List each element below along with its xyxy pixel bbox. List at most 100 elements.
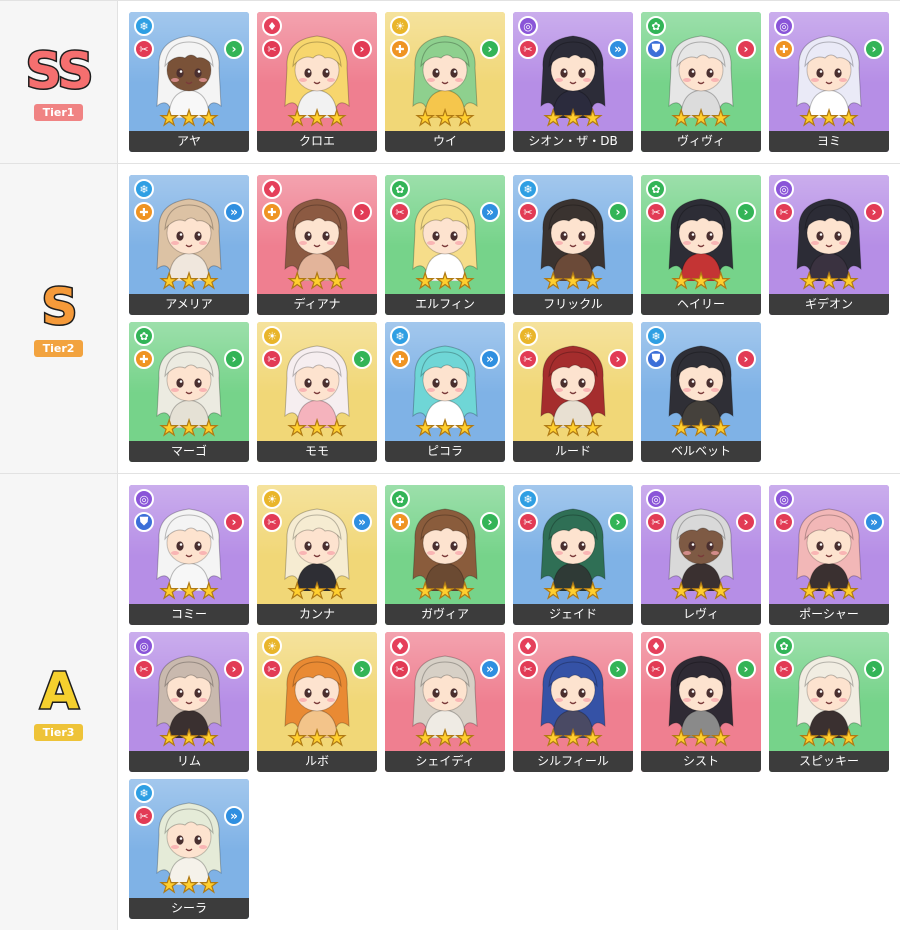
- tier-label: SS Tier1: [0, 1, 118, 163]
- star-icon: ★: [179, 579, 199, 603]
- tier-grade: SS: [24, 41, 95, 100]
- character-card[interactable]: ✿ ✂» ★ ★ ★ エルフィン: [385, 175, 505, 315]
- character-card[interactable]: ❄ ⛊ › ★ ★ ★ ベルベット: [641, 322, 761, 462]
- character-card[interactable]: ☀ ✂» ★ ★ ★ カンナ: [257, 485, 377, 625]
- character-card[interactable]: ✿ ✚ › ★ ★ ★ マーゴ: [129, 322, 249, 462]
- star-icon: ★: [455, 416, 475, 440]
- position-back-icon: ›: [608, 659, 628, 679]
- star-icon: ★: [839, 269, 859, 293]
- star-rating: ★ ★ ★: [513, 726, 633, 750]
- character-card[interactable]: ♦ ✂ › ★ ★ ★ シルフィール: [513, 632, 633, 772]
- star-rating: ★ ★ ★: [769, 269, 889, 293]
- star-icon: ★: [455, 726, 475, 750]
- position-back-icon: ›: [736, 659, 756, 679]
- star-rating: ★ ★ ★: [385, 726, 505, 750]
- character-card[interactable]: ☀ ✂ › ★ ★ ★ モモ: [257, 322, 377, 462]
- star-icon: ★: [711, 269, 731, 293]
- star-icon: ★: [199, 416, 219, 440]
- character-card[interactable]: ✿ ✚ › ★ ★ ★ ガヴィア: [385, 485, 505, 625]
- role-heal-icon: ✚: [390, 512, 410, 532]
- element-purple-icon: ◎: [774, 489, 794, 509]
- star-rating: ★ ★ ★: [129, 416, 249, 440]
- tier-card-grid: ❄ ✂ › ★ ★ ★ アヤ ♦ ✂ › ★ ★ ★ クロエ ☀ ✚ › ★ ★ ★ ウイ ◎ ✂» ★ ★ ★ シオン・ザ・DB ✿…: [118, 1, 900, 163]
- role-atk-icon: ✂: [134, 806, 154, 826]
- role-heal-icon: ✚: [134, 349, 154, 369]
- element-yellow-icon: ☀: [262, 636, 282, 656]
- tier-badge: Tier3: [33, 723, 84, 741]
- star-rating: ★ ★ ★: [513, 580, 633, 602]
- star-rating: ★ ★ ★: [769, 107, 889, 129]
- element-purple-icon: ◎: [518, 16, 538, 36]
- role-heal-icon: ✚: [262, 202, 282, 222]
- star-icon: ★: [435, 269, 455, 293]
- role-atk-icon: ✂: [518, 39, 538, 59]
- character-name: シスト: [641, 751, 761, 772]
- star-icon: ★: [287, 416, 307, 440]
- character-card[interactable]: ❄ ✚» ★ ★ ★ アメリア: [129, 175, 249, 315]
- character-card[interactable]: ✿ ⛊ › ★ ★ ★ ヴィヴィ: [641, 12, 761, 152]
- role-atk-icon: ✂: [390, 202, 410, 222]
- star-icon: ★: [287, 579, 307, 603]
- character-card[interactable]: ❄ ✂ › ★ ★ ★ アヤ: [129, 12, 249, 152]
- star-rating: ★ ★ ★: [641, 107, 761, 129]
- character-card[interactable]: ♦ ✂ › ★ ★ ★ クロエ: [257, 12, 377, 152]
- position-front-icon: ›: [352, 202, 372, 222]
- star-icon: ★: [199, 106, 219, 130]
- star-icon: ★: [671, 416, 691, 440]
- character-card[interactable]: ✿ ✂ › ★ ★ ★ ヘイリー: [641, 175, 761, 315]
- star-icon: ★: [455, 106, 475, 130]
- star-rating: ★ ★ ★: [257, 416, 377, 440]
- character-card[interactable]: ◎ ✂ › ★ ★ ★ レヴィ: [641, 485, 761, 625]
- position-mid-icon: »: [224, 202, 244, 222]
- role-tank-icon: ⛊: [646, 39, 666, 59]
- character-name: アメリア: [129, 294, 249, 315]
- star-icon: ★: [563, 726, 583, 750]
- star-rating: ★ ★ ★: [257, 727, 377, 749]
- element-yellow-icon: ☀: [390, 16, 410, 36]
- character-card[interactable]: ❄ ✚» ★ ★ ★ ピコラ: [385, 322, 505, 462]
- character-name: マーゴ: [129, 441, 249, 462]
- character-card[interactable]: ◎ ✂» ★ ★ ★ ポーシャー: [769, 485, 889, 625]
- character-card[interactable]: ❄ ✂ › ★ ★ ★ フリックル: [513, 175, 633, 315]
- character-card[interactable]: ☀ ✂ › ★ ★ ★ ルボ: [257, 632, 377, 772]
- role-atk-icon: ✂: [134, 39, 154, 59]
- position-front-icon: ›: [736, 39, 756, 59]
- character-card[interactable]: ❄ ✂» ★ ★ ★ シーラ: [129, 779, 249, 919]
- character-card[interactable]: ◎ ⛊ › ★ ★ ★ コミー: [129, 485, 249, 625]
- star-icon: ★: [327, 269, 347, 293]
- character-card[interactable]: ☀ ✚ › ★ ★ ★ ウイ: [385, 12, 505, 152]
- character-card[interactable]: ♦ ✂ › ★ ★ ★ シスト: [641, 632, 761, 772]
- element-red-icon: ♦: [262, 179, 282, 199]
- element-purple-icon: ◎: [646, 489, 666, 509]
- star-icon: ★: [583, 106, 603, 130]
- star-rating: ★ ★ ★: [385, 269, 505, 293]
- role-tank-icon: ⛊: [134, 512, 154, 532]
- position-back-icon: ›: [352, 349, 372, 369]
- star-icon: ★: [415, 269, 435, 293]
- character-card[interactable]: ☀ ✂ › ★ ★ ★ ルード: [513, 322, 633, 462]
- star-icon: ★: [159, 726, 179, 750]
- star-icon: ★: [327, 416, 347, 440]
- character-portrait: [796, 508, 862, 591]
- character-card[interactable]: ✿ ✂ › ★ ★ ★ スピッキー: [769, 632, 889, 772]
- character-card[interactable]: ◎ ✂ › ★ ★ ★ リム: [129, 632, 249, 772]
- character-card[interactable]: ♦ ✚ › ★ ★ ★ ディアナ: [257, 175, 377, 315]
- star-icon: ★: [563, 269, 583, 293]
- star-icon: ★: [179, 873, 199, 897]
- star-icon: ★: [307, 269, 327, 293]
- role-heal-icon: ✚: [390, 349, 410, 369]
- star-icon: ★: [819, 579, 839, 603]
- character-card[interactable]: ❄ ✂ › ★ ★ ★ ジェイド: [513, 485, 633, 625]
- tier-grade: S: [40, 278, 79, 336]
- character-portrait: [668, 655, 734, 738]
- character-card[interactable]: ◎ ✂ › ★ ★ ★ ギデオン: [769, 175, 889, 315]
- tier-label: A Tier3: [0, 474, 118, 930]
- star-icon: ★: [455, 579, 475, 603]
- position-mid-icon: »: [608, 39, 628, 59]
- character-card[interactable]: ◎ ✂» ★ ★ ★ シオン・ザ・DB: [513, 12, 633, 152]
- character-name: シオン・ザ・DB: [513, 131, 633, 152]
- character-card[interactable]: ♦ ✂» ★ ★ ★ シェイディ: [385, 632, 505, 772]
- character-portrait: [796, 198, 862, 281]
- character-name: アヤ: [129, 131, 249, 152]
- character-card[interactable]: ◎ ✚ › ★ ★ ★ ヨミ: [769, 12, 889, 152]
